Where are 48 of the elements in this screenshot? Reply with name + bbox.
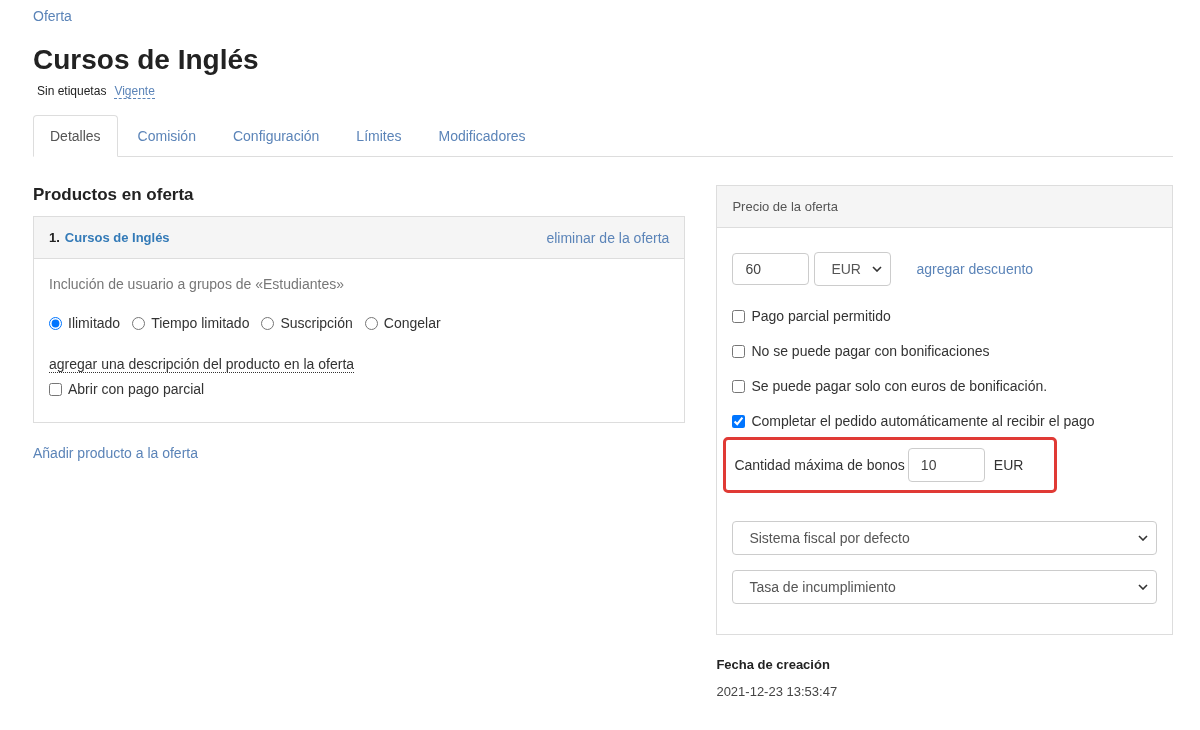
radio-button[interactable] xyxy=(261,316,275,330)
product-link[interactable]: Cursos de Inglés xyxy=(64,230,170,245)
rate-dropdown[interactable]: Tasa de incumplimiento xyxy=(732,570,1157,604)
radio-button[interactable] xyxy=(49,316,62,330)
add-discount-link[interactable]: agregar descuento xyxy=(916,261,1034,277)
checkbox-label: Se puede pagar solo con euros de bonificación. xyxy=(751,378,1048,394)
checkbox[interactable] xyxy=(49,382,62,396)
product-number: 1. xyxy=(49,230,60,245)
max-bonus-field[interactable]: 10 xyxy=(907,448,985,482)
chevron-down-icon xyxy=(1138,584,1148,590)
checkbox-label: Abrir con pago parcial xyxy=(68,381,205,397)
field-label: Cantidad máxima de bonos xyxy=(734,457,905,473)
checkbox-label: Completar el pedido automáticamente al recibir el pago xyxy=(751,413,1095,429)
tab[interactable]: Comisión xyxy=(120,115,213,157)
checkbox-label: Pago parcial permitido xyxy=(751,308,891,324)
chevron-down-icon xyxy=(872,266,883,272)
breadcrumb-link[interactable]: Oferta xyxy=(33,8,72,24)
currency-dropdown[interactable]: EUR xyxy=(814,252,892,286)
tab[interactable]: Límites xyxy=(339,115,419,157)
radio-button[interactable] xyxy=(132,316,146,330)
radio-label: Suscripción xyxy=(280,315,353,331)
checkbox[interactable] xyxy=(732,344,746,358)
chevron-down-icon xyxy=(1138,535,1148,541)
add-product-link[interactable]: Añadir producto a la oferta xyxy=(33,445,198,461)
radio-label: Congelar xyxy=(383,315,441,331)
tax-system-dropdown[interactable]: Sistema fiscal por defecto xyxy=(732,521,1157,555)
creation-date-label: Fecha de creación xyxy=(716,657,831,672)
tab[interactable]: Configuración xyxy=(215,115,337,157)
add-description-link[interactable]: agregar una descripción del producto en la oferta xyxy=(49,356,355,373)
checkbox[interactable] xyxy=(732,309,746,323)
status-link[interactable]: Vigente xyxy=(114,84,155,99)
radio-button[interactable] xyxy=(364,316,378,330)
checkbox-label: No se puede pagar con bonificaciones xyxy=(751,343,990,359)
tags-label: Sin etiquetas xyxy=(37,84,107,98)
page-title: Cursos de Inglés xyxy=(33,44,260,76)
section-heading: Productos en oferta xyxy=(33,185,195,205)
creation-date: 2021-12-23 13:53:47 xyxy=(716,684,839,699)
panel-title: Precio de la oferta xyxy=(732,199,838,214)
remove-link[interactable]: eliminar de la oferta xyxy=(546,229,670,246)
radio-label: Tiempo limitado xyxy=(151,315,250,331)
unit-label: EUR xyxy=(993,457,1024,473)
product-description: Inclución de usuario a grupos de «Estudiantes» xyxy=(49,276,345,292)
radio-label: Ilimitado xyxy=(68,315,121,331)
tab[interactable]: Modificadores xyxy=(421,115,543,157)
checkbox[interactable] xyxy=(732,414,746,428)
price-field[interactable]: 60 xyxy=(732,253,810,285)
tab[interactable]: Detalles xyxy=(33,115,118,157)
checkbox[interactable] xyxy=(732,379,746,393)
